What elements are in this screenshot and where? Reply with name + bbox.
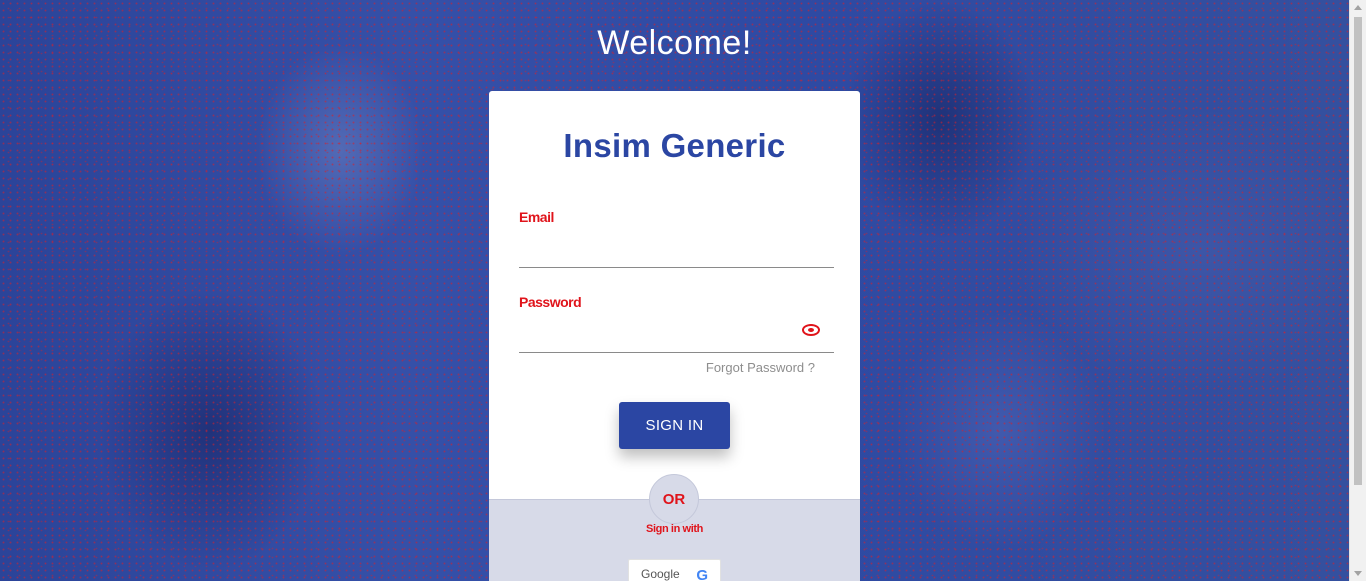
password-label: Password	[519, 294, 582, 310]
forgot-password-link[interactable]: Forgot Password ?	[706, 360, 815, 375]
scroll-down-arrow-icon[interactable]	[1354, 571, 1362, 576]
google-sign-in-button[interactable]: Google G	[628, 559, 721, 581]
login-card: Insim Generic Email Password Forgot Pass…	[489, 91, 860, 581]
password-input[interactable]	[519, 322, 834, 353]
scroll-up-arrow-icon[interactable]	[1354, 5, 1362, 10]
password-field-group: Password	[519, 294, 834, 353]
sign-in-with-label: Sign in with	[646, 523, 703, 535]
email-field-group: Email	[519, 209, 834, 268]
welcome-heading: Welcome!	[597, 24, 752, 62]
email-label: Email	[519, 209, 554, 225]
app-title: Insim Generic	[563, 127, 786, 164]
scrollbar-thumb[interactable]	[1354, 17, 1362, 485]
eye-icon[interactable]	[802, 324, 820, 336]
email-input[interactable]	[519, 237, 834, 268]
page-scrollbar[interactable]	[1349, 0, 1366, 581]
google-button-label: Google	[641, 567, 680, 581]
google-icon: G	[696, 567, 708, 581]
or-divider-badge: OR	[649, 474, 699, 524]
sign-in-button[interactable]: SIGN IN	[619, 402, 730, 449]
